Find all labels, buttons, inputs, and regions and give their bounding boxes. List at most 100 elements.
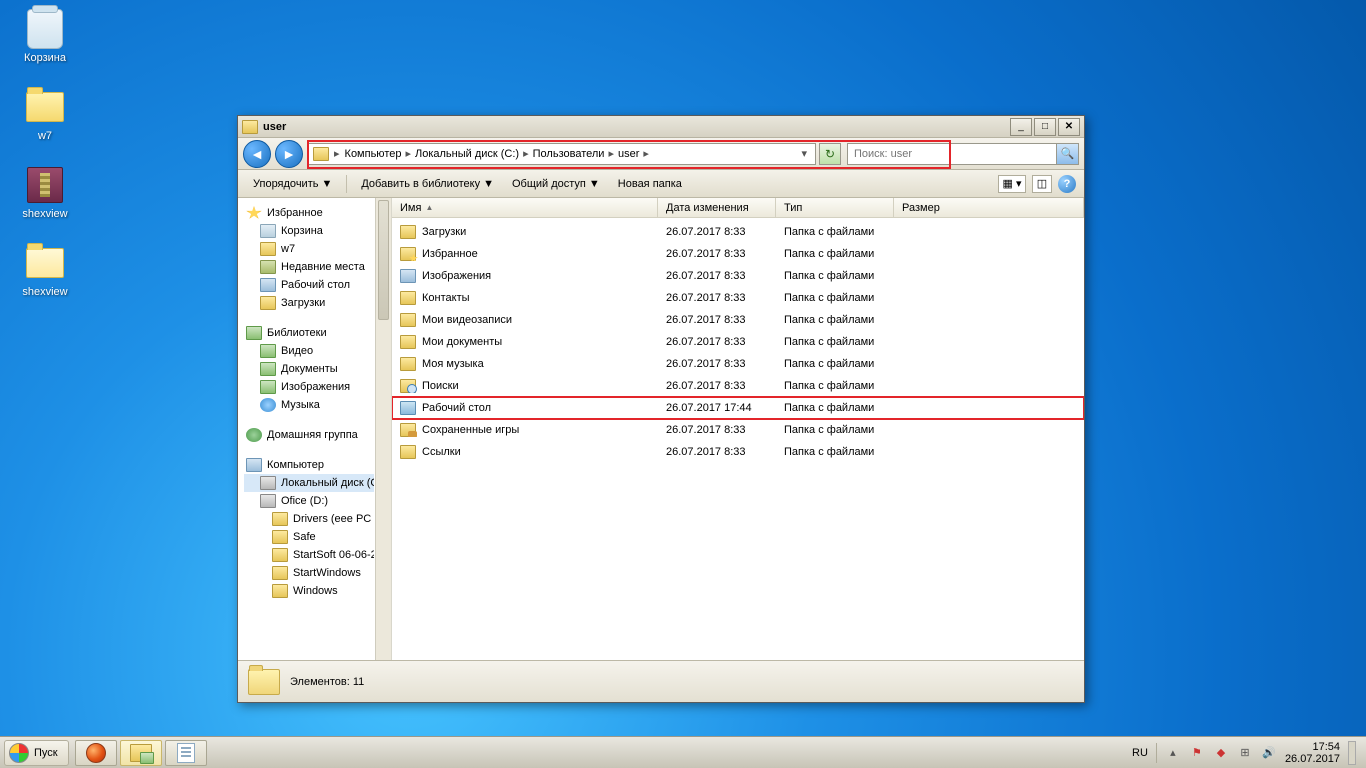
search-box[interactable]: 🔍 <box>847 143 1079 165</box>
folder-icon <box>313 147 329 161</box>
tray-network-icon[interactable]: ⊞ <box>1237 745 1253 761</box>
address-bar[interactable]: ▸ Компьютер▸Локальный диск (C:)▸Пользова… <box>307 143 816 165</box>
tree-computer[interactable]: Компьютер <box>244 456 374 474</box>
preview-pane-button[interactable]: ◫ <box>1032 175 1052 193</box>
tree-item-drivers[interactable]: Drivers (eee PC 1015) <box>244 510 374 528</box>
refresh-button[interactable]: ↻ <box>819 143 841 165</box>
folder-icon <box>400 269 416 283</box>
chevron-right-icon: ▸ <box>607 148 615 160</box>
share-button[interactable]: Общий доступ ▼ <box>505 174 607 194</box>
folder-icon <box>400 291 416 305</box>
task-document[interactable] <box>165 740 207 766</box>
taskbar[interactable]: Пуск RU ▴ ⚑ ◆ ⊞ 🔊 17:5426.07.2017 <box>0 736 1366 768</box>
file-row[interactable]: Загрузки26.07.2017 8:33Папка с файлами <box>392 221 1084 243</box>
breadcrumb-segment[interactable]: user <box>615 148 642 160</box>
bin-icon <box>260 224 276 238</box>
tray-shield-icon[interactable]: ◆ <box>1213 745 1229 761</box>
mon-icon <box>260 278 276 292</box>
tree-item-docs[interactable]: Документы <box>244 360 374 378</box>
tree-item-images[interactable]: Изображения <box>244 378 374 396</box>
tree-item-startsoft[interactable]: StartSoft 06-06-2016 <box>244 546 374 564</box>
clock[interactable]: 17:5426.07.2017 <box>1285 741 1340 765</box>
start-button[interactable]: Пуск <box>4 740 69 766</box>
file-row[interactable]: Сохраненные игры26.07.2017 8:33Папка с ф… <box>392 419 1084 441</box>
file-row[interactable]: Контакты26.07.2017 8:33Папка с файлами <box>392 287 1084 309</box>
file-row[interactable]: Мои документы26.07.2017 8:33Папка с файл… <box>392 331 1084 353</box>
folder-icon <box>400 335 416 349</box>
titlebar[interactable]: user _ □ ✕ <box>238 116 1084 138</box>
address-dropdown[interactable]: ▾ <box>797 147 811 160</box>
folder-icon <box>24 86 66 128</box>
tree-item-windows[interactable]: Windows <box>244 582 374 600</box>
scrollbar-thumb[interactable] <box>378 200 389 320</box>
file-row[interactable]: Избранное26.07.2017 8:33Папка с файлами <box>392 243 1084 265</box>
details-pane: Элементов: 11 <box>238 660 1084 702</box>
tree-homegroup[interactable]: Домашняя группа <box>244 426 374 444</box>
file-row[interactable]: Поиски26.07.2017 8:33Папка с файлами <box>392 375 1084 397</box>
desktop-icon-archive-shexview[interactable]: shexview <box>10 162 80 222</box>
folder-open-icon <box>24 242 66 284</box>
back-button[interactable]: ◄ <box>243 140 271 168</box>
tray-flag-icon[interactable]: ⚑ <box>1189 745 1205 761</box>
recent-icon <box>260 260 276 274</box>
tree-item-w7[interactable]: w7 <box>244 240 374 258</box>
add-to-library-button[interactable]: Добавить в библиотеку ▼ <box>354 174 501 194</box>
tree-item-downloads[interactable]: Загрузки <box>244 294 374 312</box>
tree-item-drivec[interactable]: Локальный диск (C:) <box>244 474 374 492</box>
task-explorer[interactable] <box>120 740 162 766</box>
tree-favorites[interactable]: Избранное <box>244 204 374 222</box>
maximize-button[interactable]: □ <box>1034 118 1056 136</box>
forward-button[interactable]: ► <box>275 140 303 168</box>
file-row[interactable]: Изображения26.07.2017 8:33Папка с файлам… <box>392 265 1084 287</box>
nav-toolbar: ◄ ► ▸ Компьютер▸Локальный диск (C:)▸Поль… <box>238 138 1084 170</box>
document-icon <box>177 743 195 763</box>
lib-icon <box>260 362 276 376</box>
column-size[interactable]: Размер <box>894 198 1084 217</box>
search-icon[interactable]: 🔍 <box>1056 144 1078 164</box>
new-folder-button[interactable]: Новая папка <box>611 174 689 194</box>
column-type[interactable]: Тип <box>776 198 894 217</box>
desktop-icon-folder-shexview[interactable]: shexview <box>10 240 80 300</box>
archive-icon <box>24 164 66 206</box>
tree-item-recent[interactable]: Недавние места <box>244 258 374 276</box>
tree-item-drived[interactable]: Ofice (D:) <box>244 492 374 510</box>
view-options-button[interactable]: ▦ ▾ <box>998 175 1026 193</box>
folder-icon <box>400 379 416 393</box>
breadcrumb-segment[interactable]: Компьютер <box>342 148 405 160</box>
file-row[interactable]: Ссылки26.07.2017 8:33Папка с файлами <box>392 441 1084 463</box>
tray-volume-icon[interactable]: 🔊 <box>1261 745 1277 761</box>
search-input[interactable] <box>848 148 1056 160</box>
breadcrumb-segment[interactable]: Локальный диск (C:) <box>412 148 522 160</box>
tree-item-safe[interactable]: Safe <box>244 528 374 546</box>
file-row[interactable]: Моя музыка26.07.2017 8:33Папка с файлами <box>392 353 1084 375</box>
minimize-button[interactable]: _ <box>1010 118 1032 136</box>
organize-button[interactable]: Упорядочить ▼ <box>246 174 339 194</box>
tree-item-bin[interactable]: Корзина <box>244 222 374 240</box>
tray-chevron-icon[interactable]: ▴ <box>1165 745 1181 761</box>
show-desktop-button[interactable] <box>1348 741 1356 765</box>
column-name[interactable]: Имя▲ <box>392 198 658 217</box>
file-row[interactable]: Мои видеозаписи26.07.2017 8:33Папка с фа… <box>392 309 1084 331</box>
desktop-icon-recycle-bin[interactable]: Корзина <box>10 6 80 66</box>
close-button[interactable]: ✕ <box>1058 118 1080 136</box>
tree-libraries[interactable]: Библиотеки <box>244 324 374 342</box>
desktop-icon-folder-w7[interactable]: w7 <box>10 84 80 144</box>
folder-icon <box>272 512 288 526</box>
sidebar-scrollbar[interactable] <box>375 198 391 660</box>
tree-item-desktop[interactable]: Рабочий стол <box>244 276 374 294</box>
window-title: user <box>263 121 286 133</box>
folder-icon <box>400 445 416 459</box>
tree-item-video[interactable]: Видео <box>244 342 374 360</box>
navigation-pane[interactable]: ИзбранноеКорзинаw7Недавние местаРабочий … <box>238 198 392 660</box>
language-indicator[interactable]: RU <box>1132 747 1148 759</box>
help-icon[interactable]: ? <box>1058 175 1076 193</box>
folder-icon <box>400 401 416 415</box>
tree-item-startwin[interactable]: StartWindows <box>244 564 374 582</box>
file-row[interactable]: Рабочий стол26.07.2017 17:44Папка с файл… <box>392 397 1084 419</box>
task-firefox[interactable] <box>75 740 117 766</box>
column-date[interactable]: Дата изменения <box>658 198 776 217</box>
library-icon <box>246 326 262 340</box>
tree-item-music[interactable]: Музыка <box>244 396 374 414</box>
command-bar: Упорядочить ▼ Добавить в библиотеку ▼ Об… <box>238 170 1084 198</box>
breadcrumb-segment[interactable]: Пользователи <box>530 148 608 160</box>
